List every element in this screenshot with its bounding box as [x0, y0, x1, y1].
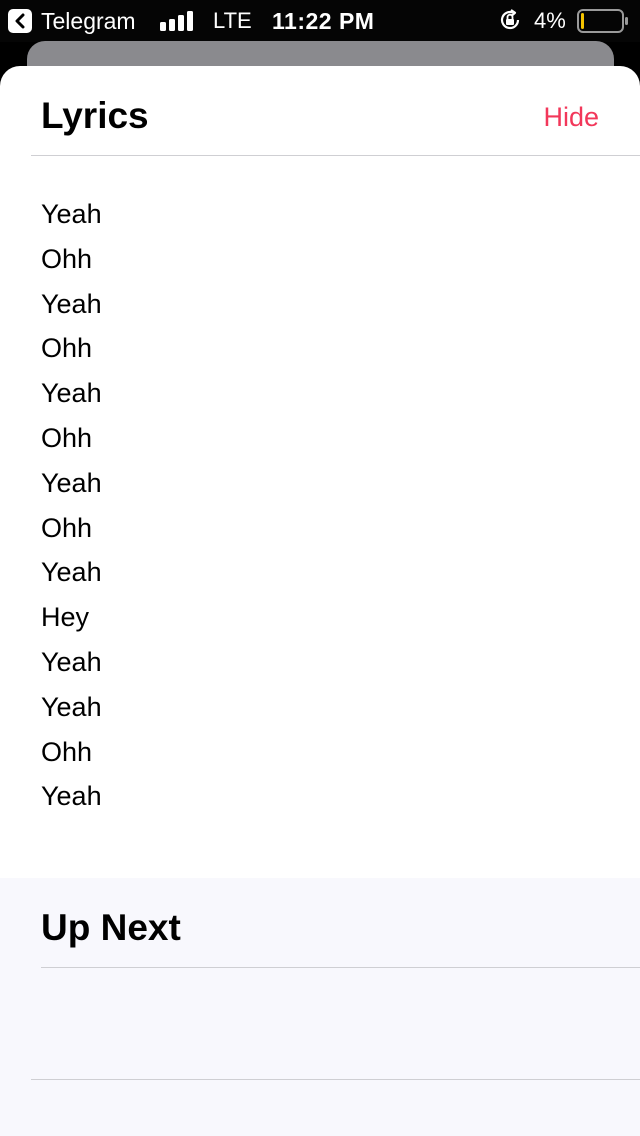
lyric-line: Yeah	[41, 781, 102, 812]
carrier-label: LTE	[213, 8, 252, 33]
lyric-line: Yeah	[41, 691, 102, 722]
chevron-left-icon	[8, 9, 32, 33]
lyrics-title: Lyrics	[41, 95, 149, 136]
up-next-section: Up Next	[0, 878, 640, 1136]
up-next-title: Up Next	[41, 907, 181, 948]
lyric-line: Yeah	[41, 467, 102, 498]
lyric-line: Ohh	[41, 243, 93, 274]
lyrics-list: Yeah Ohh Yeah Ohh Yeah Ohh Yeah Ohh Yeah…	[41, 192, 102, 819]
rotation-lock-icon	[500, 9, 520, 30]
lyric-line: Ohh	[41, 422, 93, 453]
lyric-line: Yeah	[41, 646, 102, 677]
status-time: 11:22 PM	[272, 8, 375, 34]
up-next-bottom-divider	[31, 1079, 640, 1080]
battery-icon	[577, 9, 628, 33]
hide-button[interactable]: Hide	[543, 100, 599, 134]
lyrics-header: Lyrics Hide	[0, 66, 640, 156]
status-bar: Telegram LTE 11:22 PM 4%	[0, 0, 640, 42]
lyric-line: Hey	[41, 602, 90, 633]
lyric-line: Ohh	[41, 512, 93, 543]
lyric-line: Ohh	[41, 736, 93, 767]
cellular-signal-icon	[160, 11, 193, 31]
lyrics-sheet: Lyrics Hide Yeah Ohh Yeah Ohh Yeah Ohh Y…	[0, 66, 640, 1136]
header-divider	[31, 155, 640, 156]
lyric-line: Yeah	[41, 199, 102, 229]
battery-fill	[581, 13, 584, 29]
lyric-line: Yeah	[41, 288, 102, 319]
lyric-line: Yeah	[41, 557, 102, 588]
up-next-divider	[41, 967, 640, 968]
back-to-app-button[interactable]: Telegram	[8, 9, 136, 33]
lyric-line: Ohh	[41, 333, 93, 364]
lyric-line: Yeah	[41, 378, 102, 409]
back-app-label: Telegram	[41, 8, 136, 34]
battery-percent: 4%	[534, 8, 566, 33]
